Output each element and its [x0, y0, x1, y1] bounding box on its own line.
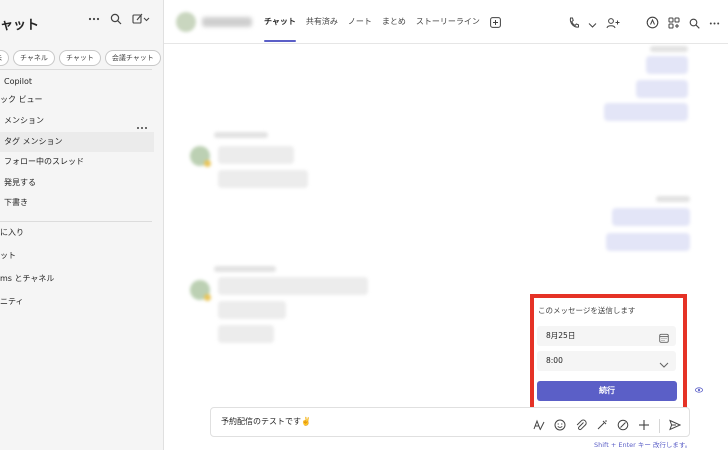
sidebar-divider — [0, 221, 152, 222]
sidebar-item-mentions[interactable]: メンション — [4, 111, 158, 131]
add-icon[interactable] — [638, 416, 650, 435]
seen-indicator-icon — [695, 378, 703, 397]
date-picker[interactable]: 8月25日 — [537, 326, 676, 346]
sidebar-item-followed-threads[interactable]: フォロー中のスレッド — [4, 152, 158, 172]
message-timestamp — [214, 266, 276, 272]
more-options-icon[interactable] — [709, 14, 720, 33]
sent-message — [646, 56, 688, 74]
tab-chat[interactable]: チャット — [264, 0, 296, 44]
message-timestamp — [656, 196, 690, 202]
tab-shared[interactable]: 共有済み — [306, 0, 338, 44]
time-dropdown[interactable]: 8:00 — [537, 351, 676, 371]
schedule-send-popup: このメッセージを送信します 8月25日 8:00 続行 — [534, 298, 683, 412]
time-value: 8:00 — [546, 356, 563, 365]
chat-header: チャット 共有済み ノート まとめ ストーリーライン — [164, 0, 728, 44]
filter-chip-chats[interactable]: チャット — [58, 49, 101, 66]
loop-compose-icon[interactable] — [596, 416, 608, 435]
sidebar-item-copilot[interactable]: Copilot — [4, 72, 158, 92]
calendar-icon — [659, 331, 669, 351]
received-message — [218, 301, 286, 319]
header-actions — [568, 14, 720, 33]
sidebar: ャット 未 チャネル チャット 会議チャット Copilot ック ビュー メン… — [0, 0, 164, 450]
compose-toolbar — [533, 416, 682, 435]
sent-message — [636, 80, 688, 98]
search-chat-icon[interactable] — [689, 14, 700, 33]
filter-chip-unread[interactable]: 未 — [0, 49, 9, 66]
sidebar-item-discover[interactable]: 発見する — [4, 173, 158, 193]
copilot-icon[interactable] — [646, 14, 659, 33]
call-options-chevron-icon[interactable] — [588, 14, 597, 33]
sidebar-item-drafts[interactable]: 下書き — [4, 193, 158, 213]
message-timestamp — [214, 132, 268, 138]
copilot-compose-icon[interactable] — [617, 416, 629, 435]
sidebar-title: ャット — [0, 18, 40, 33]
sent-message — [612, 208, 690, 226]
compose-input[interactable]: 予約配信のテストです✌️ — [221, 408, 311, 436]
filter-chip-channels[interactable]: チャネル — [13, 49, 55, 66]
chevron-down-icon — [659, 357, 669, 377]
chat-tabs: チャット 共有済み ノート まとめ ストーリーライン — [264, 0, 501, 44]
apps-icon[interactable] — [668, 14, 680, 33]
schedule-popup-title: このメッセージを送信します — [538, 306, 636, 315]
attach-icon[interactable] — [575, 416, 587, 435]
chat-avatar — [176, 12, 196, 32]
continue-button[interactable]: 続行 — [537, 381, 677, 401]
compose-hint: Shift + Enter キー 改行します。 — [594, 441, 692, 449]
add-people-icon[interactable] — [606, 14, 620, 33]
received-message — [218, 277, 368, 295]
received-message — [218, 146, 294, 164]
sidebar-item-favorites[interactable]: に入り — [0, 223, 154, 243]
emoji-icon[interactable] — [554, 416, 566, 435]
new-chat-icon[interactable] — [132, 13, 150, 25]
date-value: 8月25日 — [546, 331, 576, 340]
sidebar-item-chats[interactable]: ット — [0, 246, 154, 266]
more-icon[interactable] — [88, 13, 100, 25]
toolbar-separator — [659, 418, 660, 433]
add-tab-icon[interactable] — [490, 16, 501, 28]
message-timestamp — [650, 46, 688, 52]
sidebar-item-communities[interactable]: ニティ — [0, 292, 154, 312]
sent-message — [606, 233, 690, 251]
sent-message — [604, 103, 688, 121]
send-icon[interactable] — [669, 416, 682, 435]
chat-name-redacted — [202, 17, 252, 27]
filter-chips: 未 チャネル チャット 会議チャット — [0, 48, 163, 67]
sidebar-item-tag-mentions[interactable]: タグ メンション — [0, 132, 154, 152]
sender-avatar — [190, 280, 211, 301]
search-icon[interactable] — [110, 13, 122, 25]
tab-storyline[interactable]: ストーリーライン — [416, 0, 480, 44]
received-message — [218, 170, 308, 188]
sender-avatar — [190, 146, 211, 167]
sidebar-divider — [0, 69, 152, 70]
sidebar-item-quick-view[interactable]: ック ビュー — [0, 90, 154, 110]
tab-summary[interactable]: まとめ — [382, 0, 406, 44]
format-icon[interactable] — [533, 416, 545, 435]
sidebar-header-actions — [88, 13, 150, 25]
call-icon[interactable] — [568, 14, 579, 33]
message-compose-box[interactable]: 予約配信のテストです✌️ — [210, 407, 690, 437]
received-message — [218, 325, 274, 343]
filter-chip-meeting-chats[interactable]: 会議チャット — [104, 49, 161, 66]
sidebar-item-teams-channels[interactable]: ms とチャネル — [0, 269, 154, 289]
tab-notes[interactable]: ノート — [348, 0, 372, 44]
